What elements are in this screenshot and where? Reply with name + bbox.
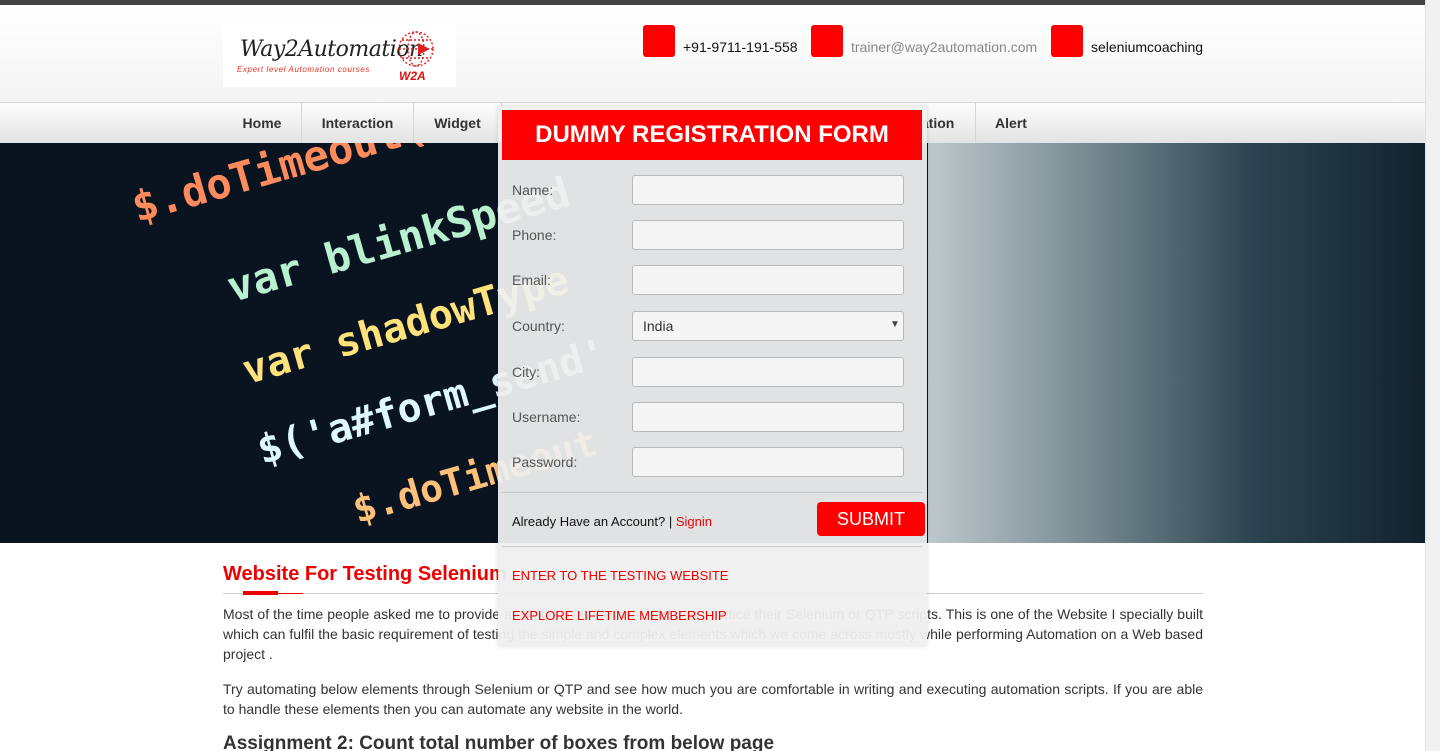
name-input[interactable] [632, 175, 904, 205]
modal-title: DUMMY REGISTRATION FORM [502, 110, 922, 160]
email-link[interactable]: trainer@way2automation.com [851, 39, 1037, 55]
site-logo[interactable]: Way2Automation Expert level Automation c… [223, 25, 456, 87]
contact-phone: +91-9711-191-558 [643, 25, 798, 57]
registration-modal: DUMMY REGISTRATION FORM Name: Phone: Ema… [498, 106, 927, 646]
contact-email[interactable]: trainer@way2automation.com [811, 25, 1037, 57]
logo-tagline: Expert level Automation courses [237, 65, 371, 74]
name-row: Name: [512, 175, 904, 205]
signin-link[interactable]: Signin [676, 514, 712, 529]
lifetime-membership-link[interactable]: EXPLORE LIFETIME MEMBERSHIP [512, 608, 727, 623]
password-row: Password: [512, 447, 904, 477]
skype-text: seleniumcoaching [1091, 39, 1204, 55]
section-title: Website For Testing Selenium [223, 563, 507, 585]
page-scrollbar[interactable] [1425, 0, 1440, 751]
hero-blurred-code [928, 143, 1425, 543]
username-label: Username: [512, 409, 581, 425]
email-row: Email: [512, 265, 904, 295]
username-row: Username: [512, 402, 904, 432]
submit-button[interactable]: SUBMIT [817, 502, 925, 536]
instructions-paragraph: Try automating below elements through Se… [223, 681, 1203, 717]
name-label: Name: [512, 182, 554, 198]
city-label: City: [512, 364, 540, 380]
already-account-text: Already Have an Account? | Signin [512, 514, 712, 529]
email-label: Email: [512, 272, 551, 288]
nav-widget[interactable]: Widget [414, 103, 502, 144]
title-accent-line [278, 593, 303, 594]
phone-input[interactable] [632, 220, 904, 250]
already-account-label: Already Have an Account? | [512, 514, 676, 529]
phone-label: Phone: [512, 227, 557, 243]
site-header: Way2Automation Expert level Automation c… [0, 5, 1425, 102]
country-select[interactable]: India [632, 311, 904, 341]
country-row: Country: India ▼ [512, 311, 904, 341]
nav-alert[interactable]: Alert [976, 103, 1046, 144]
country-label: Country: [512, 318, 565, 334]
nav-interaction[interactable]: Interaction [302, 103, 414, 144]
password-label: Password: [512, 454, 578, 470]
skype-icon [1051, 25, 1083, 57]
form-divider [502, 492, 922, 493]
links-divider [502, 546, 922, 547]
globe-icon [398, 31, 434, 67]
logo-badge: W2A [399, 69, 426, 83]
nav-home[interactable]: Home [223, 103, 302, 144]
username-input[interactable] [632, 402, 904, 432]
city-row: City: [512, 357, 904, 387]
phone-row: Phone: [512, 220, 904, 250]
enter-testing-website-link[interactable]: ENTER TO THE TESTING WEBSITE [512, 568, 728, 583]
contact-skype[interactable]: seleniumcoaching [1051, 25, 1203, 57]
password-input[interactable] [632, 447, 904, 477]
email-icon [811, 25, 843, 57]
email-input[interactable] [632, 265, 904, 295]
title-accent [243, 591, 278, 595]
phone-text: +91-9711-191-558 [683, 39, 798, 55]
phone-icon [643, 25, 675, 57]
assignment-heading: Assignment 2: Count total number of boxe… [223, 733, 775, 751]
city-input[interactable] [632, 357, 904, 387]
